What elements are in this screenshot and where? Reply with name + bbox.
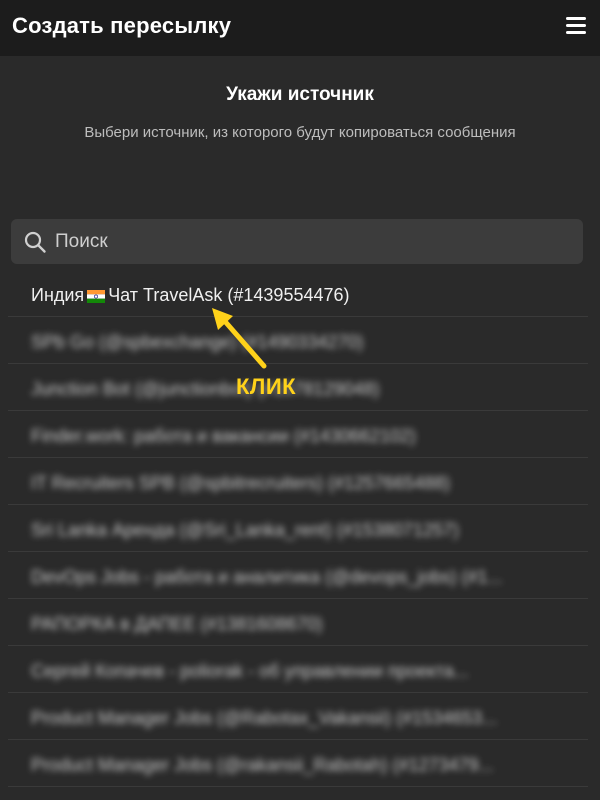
list-item-label: DevOps Jobs - работа и аналитика (@devop… [31, 567, 503, 587]
section-heading: Укажи источник [226, 84, 374, 105]
hamburger-menu-icon[interactable] [564, 14, 588, 40]
list-item[interactable]: Product Manager Jobs (@Rabotax_Vakansii)… [0, 693, 600, 740]
list-item[interactable]: Sri Lanka Аренда (@Sri_Lanka_rent) (#153… [0, 505, 600, 552]
list-item[interactable]: Finder.work: работа и вакансии (#1430662… [0, 411, 600, 458]
list-item-label: Product Manager Jobs (@Rabotax_Vakansii)… [31, 708, 498, 728]
list-item[interactable]: IT Recruiters SPB (@spbitrecruiters) (#1… [0, 458, 600, 505]
list-item-label: PAПОРКА в ДАПЕЕ (#1381608670) [31, 614, 323, 634]
india-flag-icon [87, 290, 106, 303]
list-item-label: Sri Lanka Аренда (@Sri_Lanka_rent) (#153… [31, 520, 459, 540]
list-item-label: SPb Go (@spbexchange) (#1490334270) [31, 332, 364, 352]
search-box[interactable] [11, 219, 583, 264]
list-item-prefix: Индия [31, 285, 85, 305]
annotation-click-label: КЛИК [236, 374, 297, 399]
list-item[interactable]: DevOps Jobs - работа и аналитика (@devop… [0, 552, 600, 599]
list-item-suffix: Чат TravelAsk (#1439554476) [108, 285, 350, 305]
list-item-label: Junction Bot (@junctionbot) (#1578129048… [31, 379, 380, 399]
list-item[interactable]: Product Manager Jobs (@rakansii_Rabotah)… [0, 740, 600, 787]
app-header: Создать пересылку [0, 0, 600, 56]
list-item[interactable]: Сергей Копачев - poliorak - об управлени… [0, 646, 600, 693]
page-title: Создать пересылку [12, 13, 232, 38]
source-list: Индия Чат TravelAsk (#1439554476) SPb Go … [0, 270, 600, 787]
search-input[interactable] [55, 219, 565, 264]
section-subtitle: Выбери источник, из которого будут копир… [84, 124, 516, 141]
list-item-label: Product Manager Jobs (@rakansii_Rabotah)… [31, 755, 494, 775]
list-item-label: Сергей Копачев - poliorak - об управлени… [31, 661, 469, 681]
list-item-label: IT Recruiters SPB (@spbitrecruiters) (#1… [31, 473, 451, 493]
list-item[interactable]: SPb Go (@spbexchange) (#1490334270) [0, 317, 600, 364]
main-content: Укажи источник Выбери источник, из котор… [0, 56, 600, 800]
list-item[interactable]: Junction Bot (@junctionbot) (#1578129048… [0, 364, 600, 411]
list-item[interactable]: PAПОРКА в ДАПЕЕ (#1381608670) [0, 599, 600, 646]
list-item-label: Finder.work: работа и вакансии (#1430662… [31, 426, 416, 446]
list-item-source-selected[interactable]: Индия Чат TravelAsk (#1439554476) [0, 270, 600, 317]
search-icon [24, 231, 46, 253]
list-item-label: Индия Чат TravelAsk (#1439554476) [31, 270, 350, 317]
